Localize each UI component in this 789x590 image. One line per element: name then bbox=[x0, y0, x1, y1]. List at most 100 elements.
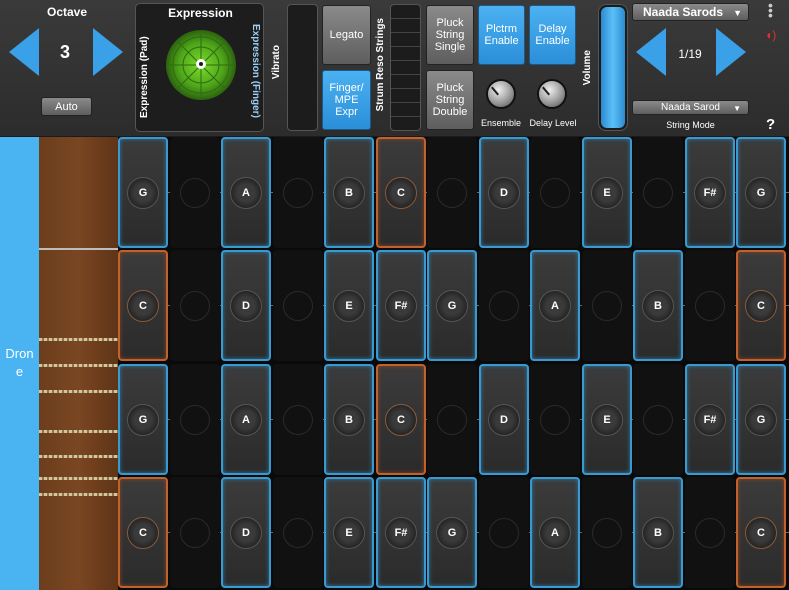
empty-key[interactable] bbox=[530, 364, 580, 475]
note-key[interactable]: F# bbox=[376, 250, 426, 361]
help-button[interactable]: ? bbox=[766, 116, 775, 133]
delay-level-knob[interactable] bbox=[537, 79, 567, 109]
note-key[interactable]: G bbox=[118, 364, 168, 475]
note-key[interactable]: C bbox=[736, 477, 786, 588]
note-key[interactable]: D bbox=[221, 250, 271, 361]
note-label: C bbox=[127, 289, 159, 322]
note-key[interactable]: A bbox=[221, 137, 271, 248]
note-key[interactable]: D bbox=[479, 364, 529, 475]
empty-key-circle bbox=[283, 404, 313, 435]
more-menu-icon[interactable]: • • • bbox=[768, 0, 774, 22]
note-key[interactable]: E bbox=[324, 250, 374, 361]
vibrato-slider[interactable] bbox=[287, 4, 318, 131]
empty-key[interactable] bbox=[582, 250, 632, 361]
empty-key[interactable] bbox=[273, 250, 323, 361]
octave-up-button[interactable] bbox=[93, 28, 123, 76]
plectrum-enable-button[interactable]: Plctrm Enable bbox=[478, 5, 525, 65]
ensemble-knob[interactable] bbox=[486, 79, 516, 109]
note-key[interactable]: G bbox=[427, 477, 477, 588]
note-key[interactable]: C bbox=[376, 137, 426, 248]
note-key[interactable]: F# bbox=[685, 137, 735, 248]
delay-enable-button[interactable]: Delay Enable bbox=[529, 5, 576, 65]
empty-key[interactable] bbox=[633, 137, 683, 248]
empty-key[interactable] bbox=[170, 137, 220, 248]
note-key[interactable]: B bbox=[324, 364, 374, 475]
strum-reso-strings-slider[interactable] bbox=[390, 4, 421, 131]
empty-key-circle bbox=[592, 290, 622, 321]
empty-key-circle bbox=[283, 177, 313, 208]
volume-slider[interactable] bbox=[598, 4, 628, 131]
vibrato-label: Vibrato bbox=[271, 45, 282, 80]
empty-key[interactable] bbox=[170, 477, 220, 588]
empty-key[interactable] bbox=[530, 137, 580, 248]
empty-key[interactable] bbox=[170, 250, 220, 361]
empty-key[interactable] bbox=[427, 364, 477, 475]
empty-key[interactable] bbox=[582, 477, 632, 588]
empty-key[interactable] bbox=[273, 477, 323, 588]
preset-prev-button[interactable] bbox=[636, 28, 666, 76]
chevron-down-icon: ▼ bbox=[733, 104, 741, 113]
note-key[interactable]: E bbox=[582, 137, 632, 248]
note-label: A bbox=[230, 176, 262, 209]
note-key[interactable]: C bbox=[118, 250, 168, 361]
note-key[interactable]: B bbox=[324, 137, 374, 248]
resonance-strings-area[interactable] bbox=[39, 137, 118, 590]
note-grid[interactable]: G A B C D E F# G C D E F# G A B C G A B C D E F# G C D E F# G A B C bbox=[118, 137, 789, 590]
note-key[interactable]: B bbox=[633, 250, 683, 361]
note-key[interactable]: C bbox=[736, 250, 786, 361]
note-label: G bbox=[127, 403, 159, 436]
empty-key-circle bbox=[643, 404, 673, 435]
note-key[interactable]: D bbox=[479, 137, 529, 248]
note-key[interactable]: A bbox=[530, 250, 580, 361]
note-key[interactable]: F# bbox=[685, 364, 735, 475]
finger-mpe-expr-button[interactable]: Finger/ MPE Expr bbox=[322, 70, 371, 130]
empty-key[interactable] bbox=[170, 364, 220, 475]
note-key[interactable]: B bbox=[633, 477, 683, 588]
preset-next-button[interactable] bbox=[716, 28, 746, 76]
note-key[interactable]: G bbox=[736, 364, 786, 475]
drone-button[interactable]: Drone bbox=[0, 137, 40, 590]
note-label: C bbox=[745, 289, 777, 322]
midi-signal-icon: ◖) bbox=[765, 28, 777, 42]
empty-key[interactable] bbox=[479, 250, 529, 361]
note-label: B bbox=[333, 403, 365, 436]
empty-key[interactable] bbox=[685, 477, 735, 588]
note-key[interactable]: C bbox=[118, 477, 168, 588]
note-key[interactable]: E bbox=[324, 477, 374, 588]
expression-panel[interactable]: Expression Expression (Pad) Expression (… bbox=[135, 3, 264, 132]
note-key[interactable]: G bbox=[118, 137, 168, 248]
legato-button[interactable]: Legato bbox=[322, 5, 371, 65]
empty-key-circle bbox=[540, 177, 570, 208]
preset-dropdown[interactable]: Naada Sarods ▼ bbox=[632, 3, 749, 21]
note-label: A bbox=[230, 403, 262, 436]
note-key[interactable]: G bbox=[736, 137, 786, 248]
pluck-string-single-button[interactable]: Pluck String Single bbox=[426, 5, 474, 65]
note-key[interactable]: C bbox=[376, 364, 426, 475]
auto-button[interactable]: Auto bbox=[41, 97, 92, 116]
empty-key[interactable] bbox=[273, 137, 323, 248]
pluck-string-double-button[interactable]: Pluck String Double bbox=[426, 70, 474, 130]
note-label: F# bbox=[385, 516, 417, 549]
empty-key[interactable] bbox=[273, 364, 323, 475]
empty-key[interactable] bbox=[479, 477, 529, 588]
note-key[interactable]: G bbox=[427, 250, 477, 361]
note-key[interactable]: F# bbox=[376, 477, 426, 588]
empty-key[interactable] bbox=[427, 137, 477, 248]
expression-title: Expression bbox=[168, 6, 233, 20]
note-label: D bbox=[488, 403, 520, 436]
note-key[interactable]: A bbox=[221, 364, 271, 475]
note-key[interactable]: E bbox=[582, 364, 632, 475]
note-label: C bbox=[385, 403, 417, 436]
octave-down-button[interactable] bbox=[9, 28, 39, 76]
string-mode-dropdown[interactable]: Naada Sarod ▼ bbox=[632, 100, 749, 115]
note-label: G bbox=[436, 289, 468, 322]
empty-key[interactable] bbox=[685, 250, 735, 361]
note-key[interactable]: A bbox=[530, 477, 580, 588]
empty-key-circle bbox=[283, 517, 313, 548]
note-key[interactable]: D bbox=[221, 477, 271, 588]
empty-key[interactable] bbox=[633, 364, 683, 475]
expression-target-icon bbox=[169, 33, 233, 97]
expression-pad[interactable] bbox=[166, 30, 236, 100]
empty-key-circle bbox=[180, 177, 210, 208]
resonance-string bbox=[39, 477, 118, 480]
